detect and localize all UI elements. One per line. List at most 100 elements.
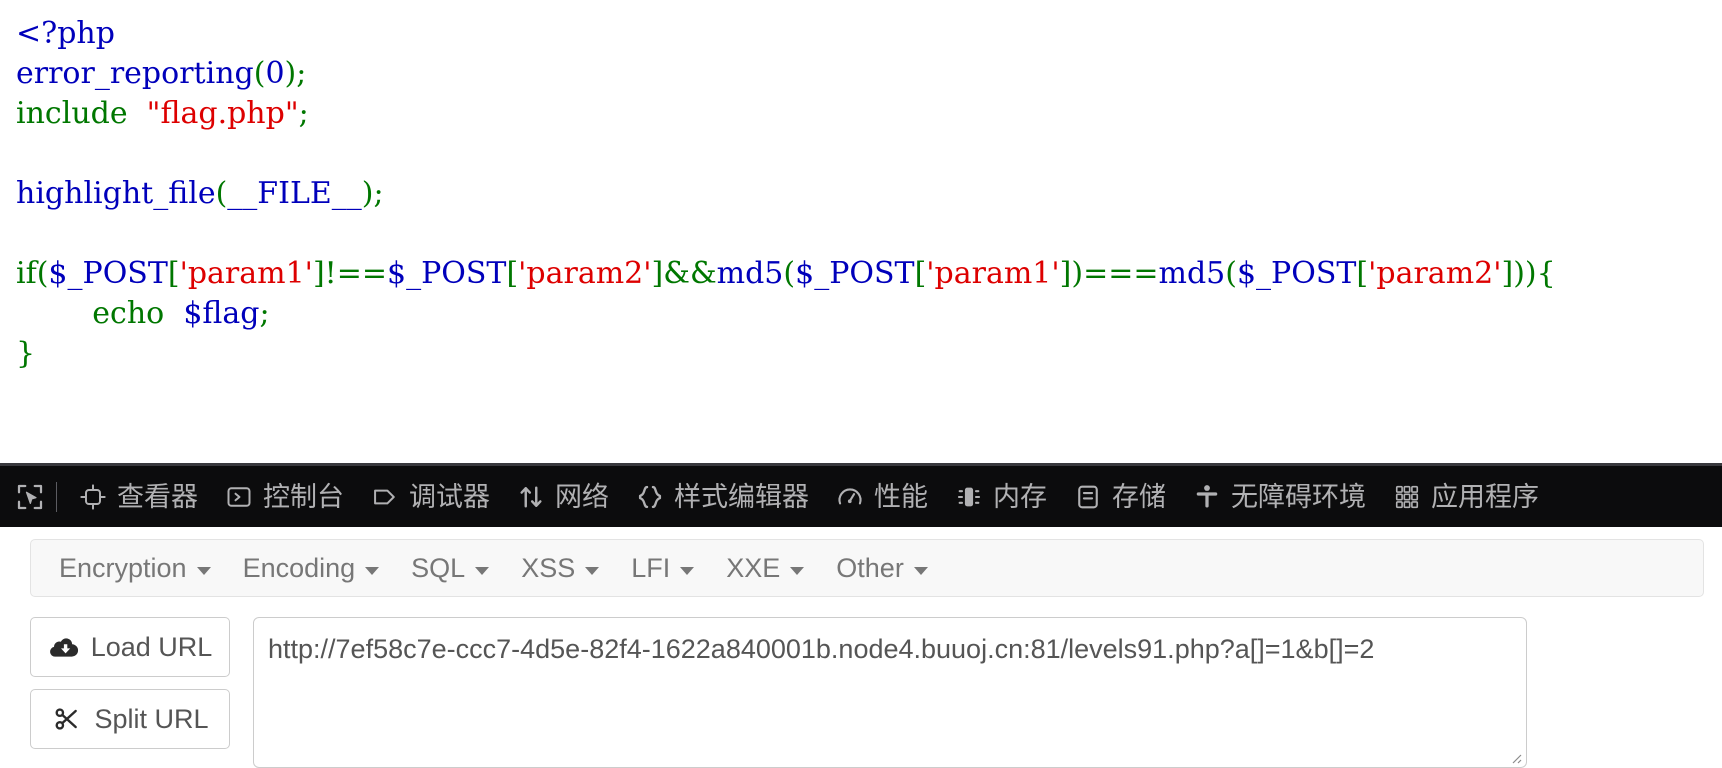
hackbar-menu-sql[interactable]: SQL: [395, 540, 505, 596]
devtools-tab-label: 无障碍环境: [1231, 482, 1366, 513]
hackbar-menu-encryption[interactable]: Encryption: [43, 540, 227, 596]
menu-label: LFI: [631, 552, 671, 583]
code-token: ): [1071, 256, 1084, 291]
hackbar-menubar: Encryption Encoding SQL XSS LFI XXE Othe…: [30, 539, 1704, 597]
code-token: ]: [312, 256, 325, 291]
code-token: __FILE__: [227, 176, 362, 211]
code-token: ]: [1501, 256, 1514, 291]
code-token: 0: [265, 56, 285, 91]
menu-label: SQL: [411, 552, 466, 583]
code-token: ]: [651, 256, 664, 291]
chevron-down-icon: [913, 567, 928, 575]
devtools-tab-inspector[interactable]: 查看器: [65, 466, 211, 527]
code-line: <?php: [16, 14, 1722, 54]
devtools-tab-accessibility[interactable]: 无障碍环境: [1179, 466, 1379, 527]
devtools-tab-memory[interactable]: 内存: [941, 466, 1060, 527]
menu-label: Encoding: [242, 552, 356, 583]
url-input[interactable]: [253, 617, 1527, 768]
code-token: );: [361, 176, 384, 211]
code-token: 'param1': [179, 256, 313, 291]
url-field-wrapper: [253, 617, 1527, 768]
button-label: Load URL: [90, 631, 213, 662]
code-token: [: [506, 256, 519, 291]
chevron-down-icon: [196, 567, 211, 575]
code-token: }: [16, 336, 36, 371]
code-token: (: [253, 56, 266, 91]
toolbar-divider: [56, 481, 57, 512]
devtools-tab-application[interactable]: 应用程序: [1379, 466, 1552, 527]
code-token: $_POST: [795, 256, 915, 291]
accessibility-person-icon: [1192, 482, 1222, 512]
devtools-tab-style-editor[interactable]: 样式编辑器: [622, 466, 822, 527]
hackbar-menu-lfi[interactable]: LFI: [615, 540, 710, 596]
code-token: $_POST: [1236, 256, 1357, 291]
code-token: error_reporting: [16, 56, 254, 91]
hackbar-menu-xxe[interactable]: XXE: [710, 540, 820, 596]
code-token: md5: [1158, 256, 1226, 291]
code-token: $_POST: [387, 256, 507, 291]
hackbar-menu-xss[interactable]: XSS: [505, 540, 615, 596]
storage-icon: [1073, 482, 1103, 512]
menu-label: Other: [836, 552, 904, 583]
application-grid-icon: [1392, 482, 1422, 512]
console-icon: [224, 482, 254, 512]
hackbar-panel: Encryption Encoding SQL XSS LFI XXE Othe…: [0, 527, 1722, 768]
code-token: [: [1356, 256, 1369, 291]
code-token: if: [16, 256, 37, 291]
split-url-button[interactable]: Split URL: [30, 689, 230, 749]
inspector-icon: [78, 482, 108, 512]
element-picker-icon: [15, 482, 45, 512]
devtools-tab-network[interactable]: 网络: [503, 466, 622, 527]
chevron-down-icon: [365, 567, 380, 575]
devtools-tab-label: 性能: [874, 482, 928, 513]
load-url-button[interactable]: Load URL: [30, 617, 230, 677]
code-token: <?php: [16, 16, 115, 51]
devtools-tab-label: 查看器: [117, 482, 198, 513]
code-token: ): [1513, 256, 1525, 291]
code-token: ;: [298, 96, 309, 131]
code-line: if($_POST['param1']!==$_POST['param2']&&…: [16, 254, 1722, 294]
devtools-tab-debugger[interactable]: 调试器: [357, 466, 503, 527]
browser-page: <?php error_reporting(0); include "flag.ph…: [0, 0, 1722, 768]
code-token: md5: [716, 256, 784, 291]
code-token: 'param2': [518, 256, 652, 291]
hackbar-action-buttons: Load URL Split URL: [30, 617, 230, 761]
devtools-tab-label: 网络: [555, 482, 609, 513]
devtools-tab-label: 样式编辑器: [674, 482, 809, 513]
code-token: ]: [1059, 256, 1072, 291]
code-token: ;: [259, 296, 270, 331]
code-token: );: [284, 56, 307, 91]
chevron-down-icon: [475, 567, 490, 575]
code-token: (: [36, 256, 49, 291]
scissors-icon: [51, 705, 83, 733]
php-code-block: <?php error_reporting(0); include "flag.ph…: [16, 14, 1722, 374]
code-line: include "flag.php";: [16, 94, 1722, 134]
code-token: [: [914, 256, 927, 291]
code-token: highlight_file: [16, 176, 216, 211]
devtools-tab-performance[interactable]: 性能: [822, 466, 941, 527]
code-line: highlight_file(__FILE__);: [16, 174, 1722, 214]
hackbar-menu-other[interactable]: Other: [820, 540, 944, 596]
chevron-down-icon: [680, 567, 695, 575]
code-token: $flag: [183, 296, 260, 331]
code-token: (: [215, 176, 228, 211]
code-token: ===: [1083, 256, 1159, 291]
code-token: include: [16, 96, 128, 131]
devtools-tab-label: 存储: [1112, 482, 1166, 513]
code-token: $_POST: [48, 256, 168, 291]
menu-label: XSS: [521, 552, 576, 583]
devtools-tab-storage[interactable]: 存储: [1060, 466, 1179, 527]
hackbar-menu-encoding[interactable]: Encoding: [227, 540, 396, 596]
element-picker-button[interactable]: [8, 475, 52, 519]
devtools-tab-console[interactable]: 控制台: [211, 466, 357, 527]
network-arrows-icon: [516, 482, 546, 512]
code-token: &&: [663, 256, 717, 291]
cloud-download-icon: [48, 633, 80, 661]
code-token: [: [167, 256, 180, 291]
devtools-tab-label: 内存: [993, 482, 1047, 513]
code-token: 'param1': [926, 256, 1060, 291]
